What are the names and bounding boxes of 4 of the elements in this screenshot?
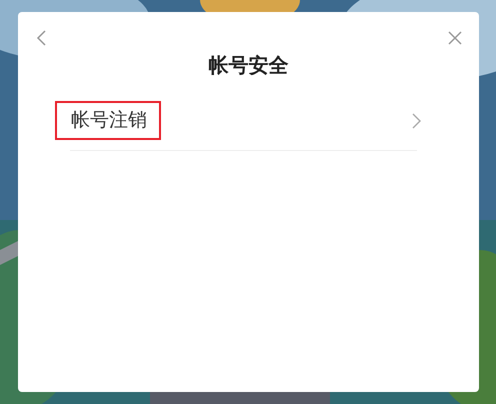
close-icon[interactable] <box>448 31 462 45</box>
chevron-right-icon <box>412 112 421 128</box>
dialog-title: 帐号安全 <box>208 52 290 78</box>
setting-item[interactable]: 帐号注销 <box>55 101 161 140</box>
